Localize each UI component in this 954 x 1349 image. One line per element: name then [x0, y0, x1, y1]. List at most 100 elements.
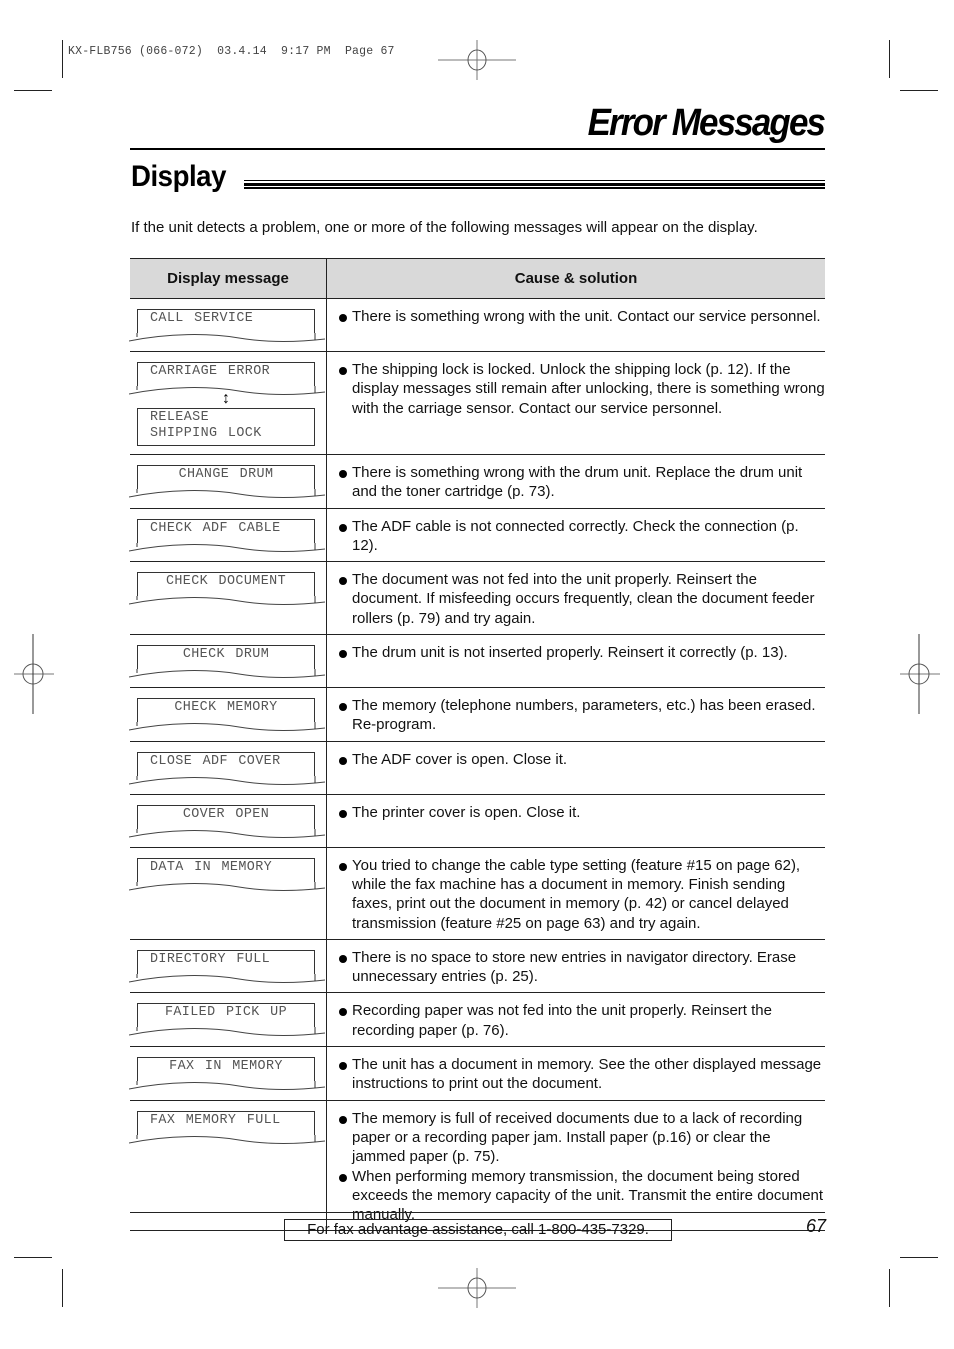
cause-solution-cell: There is something wrong with the unit. …	[326, 298, 825, 352]
display-message-cell: COVER OPEN	[129, 794, 327, 848]
display-message-cell: CHECK ADF CABLE	[129, 508, 327, 563]
registration-mark-icon	[900, 634, 940, 714]
cause-solution-cell: The document was not fed into the unit p…	[326, 561, 825, 636]
cause-text: The unit has a document in memory. See t…	[352, 1056, 822, 1093]
lcd-display: DATA IN MEMORY	[129, 857, 325, 892]
lcd-line: FAX IN MEMORY	[169, 1059, 283, 1075]
lcd-display: CARRIAGE ERROR	[129, 362, 325, 396]
lcd-display: CHECK DRUM	[129, 645, 325, 679]
cause-item: The ADF cover is open. Close it.	[339, 750, 825, 769]
lcd-line: FAX MEMORY FULL	[150, 1112, 281, 1128]
section-heading-rules	[244, 180, 825, 189]
page-number: 67	[805, 1216, 826, 1236]
display-message-cell: DIRECTORY FULL	[129, 939, 327, 994]
table-row: CHECK ADF CABLE The ADF cable is not conn…	[129, 508, 825, 563]
print-slug: KX-FLB756 (066-072) 03.4.14 9:17 PM Page…	[68, 45, 395, 58]
lcd-torn-edge	[129, 1081, 325, 1091]
lcd-message-text: CHANGE DRUM	[137, 465, 315, 489]
table-row: DIRECTORY FULL There is no space to store…	[129, 939, 825, 994]
lcd-line: DIRECTORY FULL	[150, 951, 271, 967]
lcd-line: FAILED PICK UP	[164, 1005, 288, 1021]
bullet-icon	[339, 809, 347, 818]
table-row: DATA IN MEMORY You tried to change the ca…	[129, 847, 825, 940]
lcd-display: CHECK MEMORY	[129, 698, 325, 732]
section-title: Display	[131, 160, 226, 193]
lcd-message-text: CHECK MEMORY	[137, 698, 315, 723]
lcd-message-text: CHECK DOCUMENT	[137, 572, 315, 597]
lcd-torn-edge	[129, 333, 325, 342]
lcd-message-text: CLOSE ADF COVER	[137, 751, 315, 776]
cause-text: The memory is full of received documents…	[352, 1109, 803, 1166]
bullet-icon	[339, 1115, 347, 1124]
display-message-cell: FAX IN MEMORY	[129, 1046, 327, 1101]
lcd-line: CALL SERVICE	[150, 311, 254, 326]
lcd-message-text: RELEASE SHIPPING LOCK	[137, 408, 315, 446]
lcd-line: CARRIAGE ERROR	[150, 364, 271, 379]
lcd-message-text: FAX MEMORY FULL	[137, 1110, 315, 1135]
lcd-display: CALL SERVICE	[129, 309, 325, 343]
lcd-display: COVER OPEN	[129, 804, 325, 839]
cause-item: There is something wrong with the unit. …	[339, 307, 825, 326]
display-message-cell: FAILED PICK UP	[129, 992, 327, 1048]
bullet-icon	[339, 954, 347, 963]
cause-item: The drum unit is not inserted properly. …	[339, 643, 825, 662]
table-row: CHECK MEMORY The memory (telephone number…	[129, 687, 825, 742]
cause-solution-cell: The shipping lock is locked. Unlock the …	[326, 351, 825, 455]
lcd-torn-edge	[129, 881, 325, 891]
bullet-icon	[339, 367, 347, 375]
lcd-torn-edge	[129, 775, 325, 785]
lcd-line: CHECK DRUM	[182, 647, 270, 663]
table-row: CARRIAGE ERROR ↕ RELEASE SHIPPING LOCK The s…	[129, 351, 825, 455]
display-message-cell: CHECK MEMORY	[129, 687, 327, 742]
crop-mark	[62, 1269, 63, 1307]
table-row: CHECK DRUM The drum unit is not inserted …	[129, 634, 825, 689]
bullet-icon	[339, 1173, 347, 1182]
cause-solution-cell: Recording paper was not fed into the uni…	[326, 992, 825, 1048]
lcd-display: FAX IN MEMORY	[129, 1057, 325, 1091]
display-message-cell: CHANGE DRUM	[129, 454, 327, 509]
display-message-cell: CARRIAGE ERROR ↕ RELEASE SHIPPING LOCK	[129, 351, 327, 455]
lcd-torn-edge	[129, 489, 325, 498]
bullet-icon	[339, 862, 347, 871]
bullet-icon	[339, 756, 347, 765]
lcd-display: CHECK ADF CABLE	[129, 518, 325, 553]
lcd-display: CHANGE DRUM	[129, 465, 325, 499]
lcd-torn-edge	[129, 386, 325, 395]
error-messages-table: Display message Cause & solution CALL SE…	[129, 258, 825, 1232]
footer-divider	[130, 1212, 825, 1213]
crop-mark	[900, 90, 938, 91]
crop-mark	[889, 1269, 890, 1307]
assistance-callout: For fax advantage assistance, call 1-800…	[284, 1219, 672, 1241]
column-header-cause-solution: Cause & solution	[326, 258, 825, 299]
lcd-display: FAX MEMORY FULL	[129, 1110, 325, 1145]
lcd-torn-edge	[129, 596, 325, 606]
cause-item: The memory is full of received documents…	[339, 1109, 825, 1167]
bullet-icon	[339, 1062, 347, 1071]
cause-solution-cell: The drum unit is not inserted properly. …	[326, 634, 825, 689]
cause-item: You tried to change the cable type setti…	[339, 856, 825, 933]
lcd-message-text: CARRIAGE ERROR	[137, 362, 315, 386]
lcd-display: CHECK DOCUMENT	[129, 572, 325, 606]
lcd-display: CLOSE ADF COVER	[129, 751, 325, 786]
lcd-display-alternate: RELEASE SHIPPING LOCK	[137, 408, 315, 446]
lcd-message-text: FAILED PICK UP	[137, 1003, 315, 1028]
cause-text: The printer cover is open. Close it.	[352, 803, 581, 821]
lcd-torn-edge	[129, 828, 325, 838]
lcd-message-text: CHECK ADF CABLE	[137, 518, 315, 543]
bullet-icon	[339, 650, 347, 659]
lcd-display: DIRECTORY FULL	[129, 949, 325, 984]
lcd-message-text: FAX IN MEMORY	[137, 1057, 315, 1082]
cause-item: The memory (telephone numbers, parameter…	[339, 696, 825, 735]
table-header-row: Display message Cause & solution	[130, 258, 825, 299]
cause-solution-cell: There is no space to store new entries i…	[326, 939, 825, 994]
cause-text: Recording paper was not fed into the uni…	[352, 1002, 772, 1039]
cause-item: The ADF cable is not connected correctly…	[339, 517, 825, 556]
column-header-display-message: Display message	[130, 258, 327, 299]
bullet-icon	[339, 1008, 347, 1017]
cause-text: You tried to change the cable type setti…	[352, 856, 801, 932]
lcd-line: CHECK ADF CABLE	[150, 520, 281, 536]
lcd-message-text: COVER OPEN	[137, 804, 315, 829]
bullet-icon	[339, 703, 347, 712]
lcd-line: CHANGE DRUM	[178, 467, 274, 482]
cause-text: The drum unit is not inserted properly. …	[352, 644, 788, 662]
